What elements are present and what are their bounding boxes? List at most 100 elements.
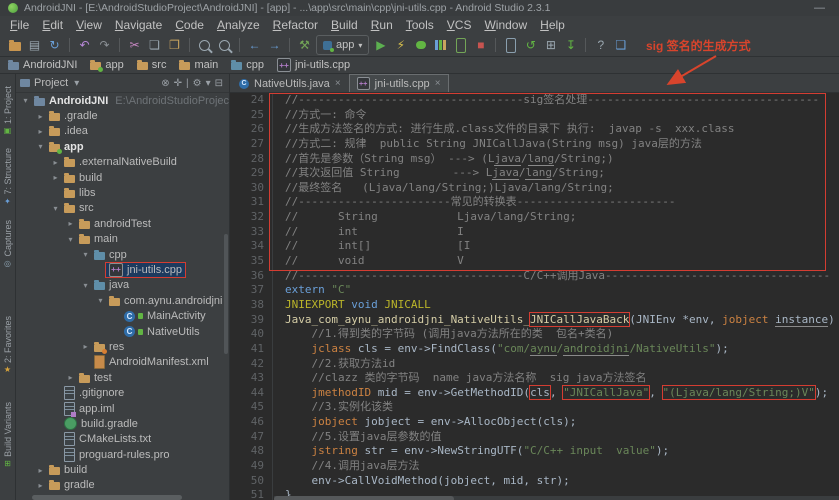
close-icon[interactable]: ×	[335, 78, 341, 89]
stop-icon[interactable]: ■	[472, 36, 489, 54]
menu-tools[interactable]: Tools	[406, 16, 434, 34]
tree-item-jni-utils-cpp[interactable]: ++ jni-utils.cpp	[16, 261, 229, 278]
save-icon[interactable]: ▤	[26, 36, 43, 54]
tree-item-proguard-rules-pro[interactable]: proguard-rules.pro	[16, 447, 229, 462]
chevron-right-icon[interactable]: ▸	[50, 173, 61, 182]
chevron-down-icon[interactable]: ▾	[72, 78, 81, 89]
tree-item-test[interactable]: ▸ test	[16, 370, 229, 385]
tree-item-build-gradle[interactable]: build.gradle	[16, 416, 229, 431]
tree-item-mainactivity[interactable]: C MainActivity	[16, 308, 229, 323]
scrollbar[interactable]	[224, 234, 228, 354]
menu-run[interactable]: Run	[371, 16, 393, 34]
layout-editor-icon[interactable]: ❑	[612, 36, 629, 54]
breadcrumb-item-main[interactable]: main	[179, 59, 218, 71]
project-structure-icon[interactable]: ⊞	[542, 36, 559, 54]
minimize-button[interactable]: —	[808, 2, 831, 14]
run-icon[interactable]: ▶	[372, 36, 389, 54]
chevron-down-icon[interactable]: ▾	[95, 296, 106, 305]
settings-icon[interactable]: ⚙	[191, 78, 204, 89]
menu-file[interactable]: File	[10, 16, 29, 34]
chevron-down-icon[interactable]: ▾	[35, 142, 46, 151]
find-icon[interactable]	[196, 36, 213, 54]
breadcrumb-item-src[interactable]: src	[136, 59, 166, 71]
menu-view[interactable]: View	[76, 16, 102, 34]
profiler-icon[interactable]	[432, 36, 449, 54]
menu-navigate[interactable]: Navigate	[115, 16, 162, 34]
menu-vcs[interactable]: VCS	[447, 16, 472, 34]
tree-item-gitignore[interactable]: .gitignore	[16, 385, 229, 401]
sync-icon[interactable]: ↻	[46, 36, 63, 54]
cut-icon[interactable]: ✂	[126, 36, 143, 54]
tree-item-java[interactable]: ▾ java	[16, 278, 229, 293]
hide-panel-icon[interactable]: ⊟	[213, 78, 225, 89]
tree-item-app[interactable]: ▾ app	[16, 139, 229, 154]
attach-debugger-icon[interactable]	[452, 36, 469, 54]
breadcrumb-item-jni-utils-cpp[interactable]: ++ jni-utils.cpp	[277, 58, 350, 72]
tree-item-com-aynu-androidjni[interactable]: ▾ com.aynu.androidjni	[16, 293, 229, 308]
chevron-down-icon[interactable]: ▾	[80, 250, 91, 259]
chevron-right-icon[interactable]: ▸	[35, 466, 46, 475]
tree-item-app-iml[interactable]: app.iml	[16, 401, 229, 417]
undo-icon[interactable]: ↶	[76, 36, 93, 54]
settings-caret-icon[interactable]: ▾	[204, 78, 213, 89]
tree-item-src[interactable]: ▾ src	[16, 201, 229, 216]
tree-item-gradle[interactable]: ▸ gradle	[16, 478, 229, 493]
instant-run-icon[interactable]: ⚡	[392, 36, 409, 54]
tree-item-gradle[interactable]: ▸ .gradle	[16, 108, 229, 123]
paste-icon[interactable]: ❐	[166, 36, 183, 54]
menu-build[interactable]: Build	[331, 16, 358, 34]
tree-item-androidjni[interactable]: ▾ AndroidJNI E:\AndroidStudioProject\And	[16, 93, 229, 108]
tab-jni-utils-cpp[interactable]: ++ jni-utils.cpp ×	[348, 74, 449, 92]
tree-item-res[interactable]: ▸ res	[16, 339, 229, 354]
chevron-right-icon[interactable]: ▸	[65, 219, 76, 228]
menu-refactor[interactable]: Refactor	[273, 16, 318, 34]
build-icon[interactable]: ⚒	[296, 36, 313, 54]
menu-help[interactable]: Help	[540, 16, 565, 34]
tree-item-cmakelists-txt[interactable]: CMakeLists.txt	[16, 432, 229, 447]
sdk-manager-icon[interactable]: ↧	[562, 36, 579, 54]
chevron-right-icon[interactable]: ▸	[35, 112, 46, 121]
tree-item-main[interactable]: ▾ main	[16, 232, 229, 247]
replace-icon[interactable]	[216, 36, 233, 54]
chevron-down-icon[interactable]: ▾	[65, 235, 76, 244]
chevron-down-icon[interactable]: ▾	[50, 204, 61, 213]
chevron-down-icon[interactable]: ▾	[80, 281, 91, 290]
chevron-right-icon[interactable]: ▸	[80, 342, 91, 351]
locate-icon[interactable]: ✛	[172, 78, 184, 89]
open-icon[interactable]	[6, 36, 23, 54]
breadcrumb-item-androidjni[interactable]: AndroidJNI	[8, 59, 77, 71]
tree-item-nativeutils[interactable]: C NativeUtils	[16, 324, 229, 339]
run-config-selector[interactable]: app ▾	[316, 35, 370, 55]
chevron-right-icon[interactable]: ▸	[50, 158, 61, 167]
gradle-sync-icon[interactable]: ↺	[522, 36, 539, 54]
tree-item-build[interactable]: ▸ build	[16, 462, 229, 477]
forward-icon[interactable]: →	[266, 36, 283, 54]
close-icon[interactable]: ×	[435, 78, 441, 89]
tool-window-button-build-variants[interactable]: Build Variants ⊞	[0, 402, 15, 468]
tool-window-button-7-structure[interactable]: 7: Structure ✦	[0, 148, 15, 206]
tool-window-button-1-project[interactable]: 1: Project ▣	[0, 86, 15, 135]
back-icon[interactable]: ←	[246, 36, 263, 54]
tool-window-button-captures[interactable]: Captures ◎	[0, 220, 15, 268]
collapse-all-icon[interactable]: ⊗	[159, 78, 171, 89]
tool-window-button-2-favorites[interactable]: 2: Favorites ★	[0, 316, 15, 374]
tree-item-idea[interactable]: ▸ .idea	[16, 124, 229, 139]
debug-icon[interactable]	[412, 36, 429, 54]
chevron-right-icon[interactable]: ▸	[35, 481, 46, 490]
chevron-down-icon[interactable]: ▾	[20, 96, 31, 105]
tree-item-androidmanifest-xml[interactable]: AndroidManifest.xml	[16, 355, 229, 370]
menu-code[interactable]: Code	[175, 16, 204, 34]
chevron-right-icon[interactable]: ▸	[65, 373, 76, 382]
scrollbar[interactable]	[32, 495, 182, 500]
tree-item-cpp[interactable]: ▾ cpp	[16, 247, 229, 262]
avd-manager-icon[interactable]	[502, 36, 519, 54]
tree-item-androidtest[interactable]: ▸ androidTest	[16, 216, 229, 231]
breadcrumb-item-app[interactable]: app	[90, 59, 124, 72]
code-editor[interactable]: 24 //----------------------------------si…	[230, 93, 839, 500]
menu-analyze[interactable]: Analyze	[217, 16, 260, 34]
tab-nativeutils-java[interactable]: C NativeUtils.java ×	[232, 75, 348, 92]
chevron-right-icon[interactable]: ▸	[35, 127, 46, 136]
scrollbar[interactable]	[274, 496, 839, 500]
tree-item-externalnativebuild[interactable]: ▸ .externalNativeBuild	[16, 155, 229, 170]
tree-item-build[interactable]: ▸ build	[16, 170, 229, 185]
